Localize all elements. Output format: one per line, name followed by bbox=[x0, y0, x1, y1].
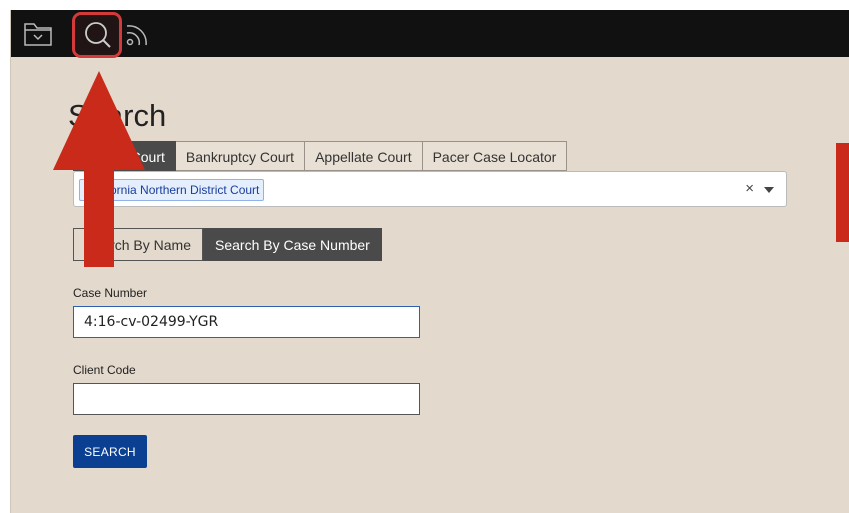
app-window: Search District Court Bankruptcy Court A… bbox=[10, 10, 849, 513]
annotation-block bbox=[836, 143, 849, 242]
case-number-input[interactable]: 4:16-cv-02499-YGR bbox=[73, 306, 420, 338]
folder-icon[interactable] bbox=[21, 18, 55, 50]
court-select[interactable]: California Northern District Court × bbox=[73, 171, 787, 207]
case-number-label: Case Number bbox=[73, 286, 148, 300]
search-icon[interactable] bbox=[72, 12, 122, 58]
tab-appellate-court[interactable]: Appellate Court bbox=[305, 141, 423, 171]
client-code-label: Client Code bbox=[73, 363, 136, 377]
chevron-down-icon[interactable] bbox=[764, 187, 774, 193]
feed-icon[interactable] bbox=[123, 18, 157, 50]
tab-bankruptcy-court[interactable]: Bankruptcy Court bbox=[175, 141, 306, 171]
clear-icon[interactable]: × bbox=[745, 180, 754, 197]
top-toolbar bbox=[11, 10, 849, 58]
annotation-arrow bbox=[53, 71, 145, 267]
search-button[interactable]: SEARCH bbox=[73, 435, 147, 468]
client-code-input[interactable] bbox=[73, 383, 420, 415]
search-by-case-number-button[interactable]: Search By Case Number bbox=[203, 228, 382, 261]
tab-pacer-case-locator[interactable]: Pacer Case Locator bbox=[422, 141, 568, 171]
